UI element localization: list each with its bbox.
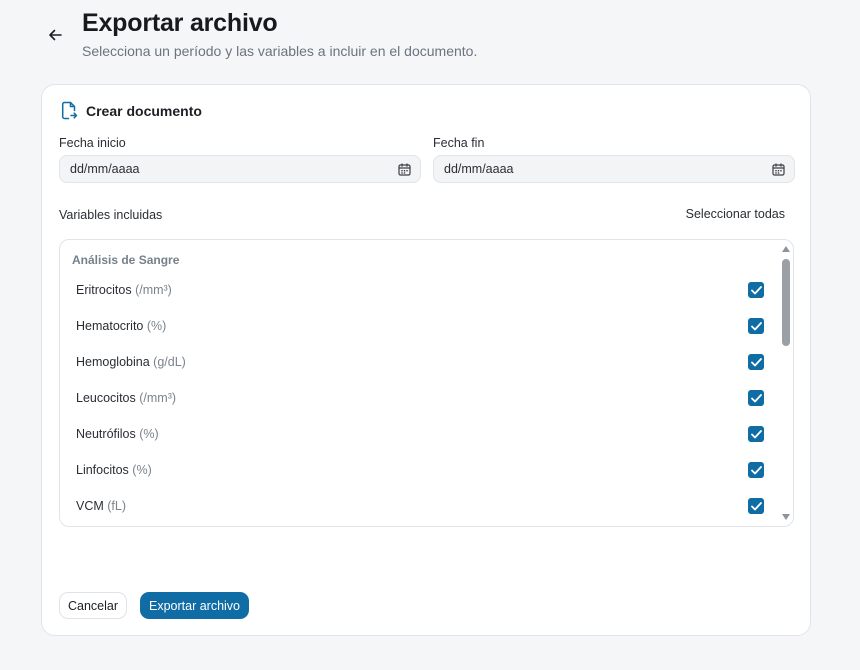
variable-checkbox[interactable] xyxy=(748,282,764,298)
calendar-icon[interactable] xyxy=(772,162,785,176)
list-item[interactable]: VCM (fL) xyxy=(60,488,780,524)
page-subtitle: Selecciona un período y las variables a … xyxy=(82,43,478,59)
list-item[interactable]: Neutrófilos (%) xyxy=(60,416,780,452)
variable-checkbox[interactable] xyxy=(748,354,764,370)
variable-unit: (g/dL) xyxy=(153,355,186,369)
page-title: Exportar archivo xyxy=(82,9,278,37)
arrow-left-icon xyxy=(49,29,62,41)
variable-checkbox[interactable] xyxy=(748,462,764,478)
variables-label: Variables incluidas xyxy=(59,208,163,222)
variable-unit: (fL) xyxy=(107,499,127,513)
variable-name: Neutrófilos xyxy=(76,427,136,441)
export-button[interactable]: Exportar archivo xyxy=(140,592,250,619)
variable-name: Hemoglobina xyxy=(76,355,150,369)
export-card: Crear documento Fecha inicio dd/mm/aaaa … xyxy=(41,84,811,636)
end-date-label: Fecha fin xyxy=(433,136,485,150)
checkmark-icon xyxy=(750,285,762,294)
checkmark-icon xyxy=(750,357,762,366)
list-item[interactable]: Eritrocitos (/mm³) xyxy=(60,272,780,308)
list-scrollbar[interactable] xyxy=(779,240,793,526)
start-date-label: Fecha inicio xyxy=(59,136,126,150)
checkmark-icon xyxy=(750,501,762,510)
variable-name: Linfocitos xyxy=(76,463,129,477)
scroll-up-arrow-icon[interactable] xyxy=(782,246,790,252)
variable-checkbox[interactable] xyxy=(748,390,764,406)
calendar-icon[interactable] xyxy=(398,162,411,176)
list-item[interactable]: Leucocitos (/mm³) xyxy=(60,380,780,416)
card-title: Crear documento xyxy=(86,102,202,119)
variable-checkbox[interactable] xyxy=(748,318,764,334)
select-all-button[interactable]: Seleccionar todas xyxy=(686,207,785,221)
list-item[interactable]: Hemoglobina (g/dL) xyxy=(60,344,780,380)
checkmark-icon xyxy=(750,429,762,438)
scroll-thumb[interactable] xyxy=(782,259,790,346)
group-title: Análisis de Sangre xyxy=(72,253,180,267)
end-date-placeholder: dd/mm/aaaa xyxy=(444,162,514,176)
variable-name: Leucocitos xyxy=(76,391,136,405)
variable-unit: (/mm³) xyxy=(139,391,177,405)
variable-unit: (%) xyxy=(132,463,152,477)
variable-unit: (/mm³) xyxy=(135,283,172,297)
start-date-placeholder: dd/mm/aaaa xyxy=(70,162,140,176)
end-date-input[interactable]: dd/mm/aaaa xyxy=(433,155,795,183)
list-item[interactable]: Linfocitos (%) xyxy=(60,452,780,488)
card-header: Crear documento xyxy=(60,101,202,120)
file-export-icon xyxy=(61,101,78,120)
scroll-down-arrow-icon[interactable] xyxy=(782,514,790,520)
variable-checkbox[interactable] xyxy=(748,426,764,442)
start-date-input[interactable]: dd/mm/aaaa xyxy=(59,155,421,183)
variable-checkbox[interactable] xyxy=(748,498,764,514)
variable-unit: (%) xyxy=(146,319,167,333)
checkmark-icon xyxy=(750,393,762,402)
variable-name: VCM xyxy=(76,499,104,513)
cancel-button[interactable]: Cancelar xyxy=(59,592,128,619)
variable-name: Eritrocitos xyxy=(76,283,132,297)
checkmark-icon xyxy=(750,465,762,474)
variable-unit: (%) xyxy=(139,427,159,441)
variable-name: Hematocrito xyxy=(76,319,144,333)
back-button[interactable] xyxy=(44,24,66,46)
list-item[interactable]: Hematocrito (%) xyxy=(60,308,780,344)
variables-list[interactable]: Análisis de Sangre Eritrocitos (/mm³) He… xyxy=(59,239,794,527)
checkmark-icon xyxy=(750,321,762,330)
